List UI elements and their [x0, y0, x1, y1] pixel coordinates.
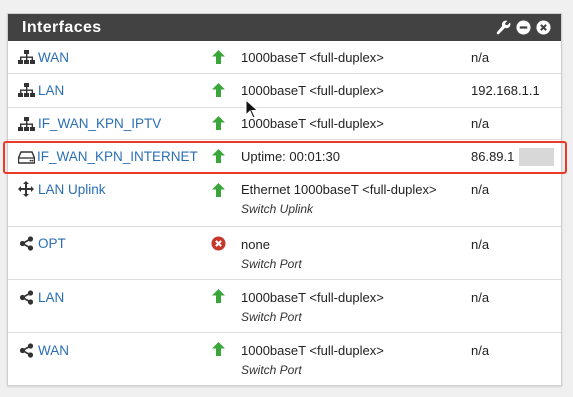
- ip-address: n/a: [471, 50, 490, 65]
- wrench-icon[interactable]: [495, 20, 511, 36]
- network-icon: [17, 49, 35, 65]
- ip-address: 86.89.1: [471, 149, 515, 164]
- media-text: none: [241, 237, 270, 252]
- table-row: LAN Uplink Ethernet 1000baseT <full-dupl…: [8, 174, 561, 227]
- arrow-up-icon: [209, 82, 227, 98]
- media-text: 1000baseT <full-duplex>: [241, 50, 384, 65]
- arrow-up-icon: [209, 148, 227, 164]
- port-role: Switch Port: [241, 310, 302, 324]
- redaction-block: [519, 148, 554, 166]
- arrow-up-icon: [209, 288, 227, 304]
- table-row: WAN 1000baseT <full-duplex> Switch Port …: [8, 333, 561, 386]
- media-text: 1000baseT <full-duplex>: [241, 343, 384, 358]
- port-role: Switch Port: [241, 363, 302, 377]
- interface-link-lan-port[interactable]: LAN: [38, 290, 64, 305]
- share-icon: [17, 342, 35, 358]
- port-role: Switch Port: [241, 257, 302, 271]
- ip-address: n/a: [471, 343, 490, 358]
- widget-header: Interfaces: [8, 14, 561, 41]
- media-text: 1000baseT <full-duplex>: [241, 290, 384, 305]
- share-icon: [17, 235, 35, 251]
- table-row: IF_WAN_KPN_IPTV 1000baseT <full-duplex> …: [8, 108, 561, 140]
- mouse-cursor-icon: [245, 99, 259, 119]
- hard-drive-icon: [17, 149, 35, 165]
- table-row: LAN 1000baseT <full-duplex> 192.168.1.1: [8, 74, 561, 108]
- interface-link-opt[interactable]: OPT: [38, 236, 66, 251]
- share-icon: [17, 289, 35, 305]
- table-row: IF_WAN_KPN_INTERNET Uptime: 00:01:30 86.…: [8, 140, 561, 174]
- network-icon: [17, 116, 35, 132]
- arrow-up-icon: [209, 341, 227, 357]
- port-role: Switch Uplink: [241, 202, 314, 216]
- minus-circle-icon[interactable]: [515, 20, 531, 36]
- status-down-icon: [209, 235, 227, 251]
- ip-address: n/a: [471, 116, 490, 131]
- ip-address: n/a: [471, 290, 490, 305]
- network-icon: [17, 82, 35, 98]
- widget-controls: [495, 20, 551, 36]
- media-text: 1000baseT <full-duplex>: [241, 83, 384, 98]
- arrow-up-icon: [209, 115, 227, 131]
- interface-link-wan-port[interactable]: WAN: [38, 343, 69, 358]
- widget-title: Interfaces: [22, 18, 102, 36]
- arrows-move-icon: [17, 181, 35, 197]
- interface-link-lan[interactable]: LAN: [38, 83, 64, 98]
- ip-address: n/a: [471, 182, 490, 197]
- ip-address: 192.168.1.1: [471, 83, 540, 98]
- interface-link-iptv[interactable]: IF_WAN_KPN_IPTV: [38, 116, 161, 131]
- ip-address: n/a: [471, 237, 490, 252]
- media-text: 1000baseT <full-duplex>: [241, 116, 384, 131]
- interfaces-widget: Interfaces WAN 1000baseT <full-duplex> n…: [7, 13, 562, 386]
- table-row: LAN 1000baseT <full-duplex> Switch Port …: [8, 280, 561, 333]
- close-circle-icon[interactable]: [535, 20, 551, 36]
- table-row: OPT none Switch Port n/a: [8, 227, 561, 280]
- uptime-text: Uptime: 00:01:30: [241, 149, 341, 164]
- arrow-up-icon: [209, 49, 227, 65]
- interface-link-lan-uplink[interactable]: LAN Uplink: [38, 182, 106, 197]
- table-row: WAN 1000baseT <full-duplex> n/a: [8, 41, 561, 74]
- interface-link-internet[interactable]: IF_WAN_KPN_INTERNET: [37, 149, 198, 164]
- arrow-up-icon: [209, 182, 227, 198]
- media-text: Ethernet 1000baseT <full-duplex>: [241, 182, 437, 197]
- interface-link-wan[interactable]: WAN: [38, 50, 69, 65]
